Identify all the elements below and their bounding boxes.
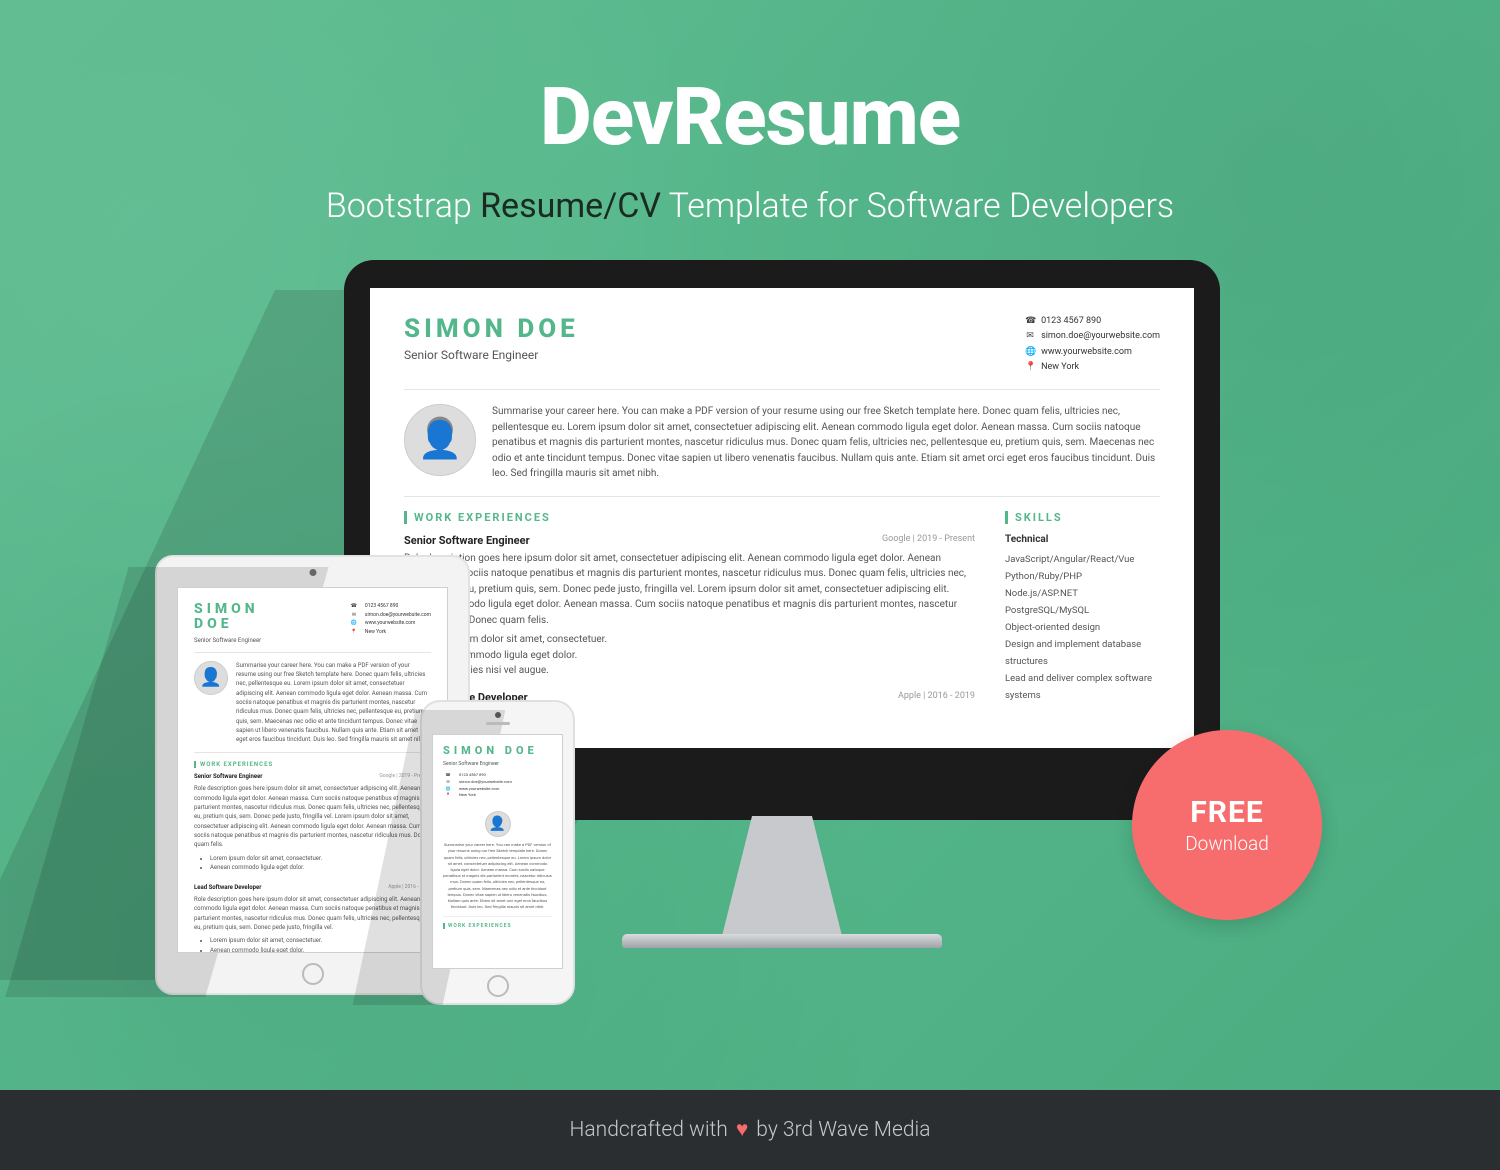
heart-icon: ♥ [736, 1118, 748, 1142]
avatar: 👤 [485, 811, 511, 837]
contact-location: New York [1041, 360, 1079, 375]
desktop-stand [722, 816, 842, 936]
job-title: Senior Software Engineer [404, 534, 530, 547]
job-bullet: Etiam ultricies nisi vel augue. [420, 663, 975, 679]
hero: DevResume Bootstrap Resume/CV Template f… [0, 0, 1500, 226]
job-item: Senior Software Engineer Google | 2019 - … [404, 534, 975, 679]
product-title: DevResume [0, 70, 1500, 164]
subtitle-post: Template for Software Developers [661, 186, 1174, 226]
globe-icon: 🌐 [1025, 345, 1035, 360]
job-meta: Google | 2019 - Present [882, 534, 975, 547]
subtitle-pre: Bootstrap [326, 186, 480, 226]
globe-icon: 🌐 [349, 619, 359, 628]
resume-summary: Summarise your career here. You can make… [443, 842, 552, 910]
subtitle-emphasis: Resume/CV [480, 186, 661, 226]
resume-role: Senior Software Engineer [194, 637, 261, 644]
phone-screen: SIMON DOE Senior Software Engineer ☎0123… [432, 734, 563, 969]
email-icon: ✉ [443, 779, 453, 786]
section-work-heading: WORK EXPERIENCES [404, 511, 975, 524]
phone-icon: ☎ [349, 602, 359, 611]
resume-summary: Summarise your career here. You can make… [492, 404, 1160, 482]
resume-contact: ☎0123 4567 890 ✉simon.doe@yourwebsite.co… [349, 602, 431, 644]
resume-name: SIMON DOE [443, 745, 552, 757]
resume-role: Senior Software Engineer [443, 761, 552, 767]
email-icon: ✉ [349, 611, 359, 620]
section-work-heading: WORK EXPERIENCES [443, 923, 552, 929]
contact-email: simon.doe@yourwebsite.com [1041, 329, 1160, 344]
skills-list: JavaScript/Angular/React/Vue Python/Ruby… [1005, 551, 1160, 705]
skills-group: Technical [1005, 534, 1160, 545]
email-icon: ✉ [1025, 329, 1035, 344]
footer: Handcrafted with ♥ by 3rd Wave Media [0, 1090, 1500, 1170]
resume-summary: Summarise your career here. You can make… [236, 661, 431, 745]
job-desc: Role description goes here ipsum dolor s… [404, 551, 975, 629]
badge-line1: FREE [1190, 795, 1263, 830]
contact-phone: 0123 4567 890 [1041, 314, 1101, 329]
section-work-heading: WORK EXPERIENCES [194, 761, 431, 768]
avatar: 👤 [194, 661, 228, 695]
phone-icon: ☎ [1025, 314, 1035, 329]
job-bullet: Aenean commodo ligula eget dolor. [420, 648, 975, 664]
tablet-home-button[interactable] [302, 963, 324, 985]
globe-icon: 🌐 [443, 786, 453, 793]
free-download-badge[interactable]: FREE Download [1132, 730, 1322, 920]
pin-icon: 📍 [349, 628, 359, 637]
skill-item: PostgreSQL/MySQL [1005, 602, 1160, 619]
section-skills-heading: SKILLS [1005, 511, 1160, 524]
phone-mockup: SIMON DOE Senior Software Engineer ☎0123… [420, 700, 575, 1005]
job-bullet: Lorem ipsum dolor sit amet, consectetuer… [420, 632, 975, 648]
resume-role: Senior Software Engineer [404, 348, 579, 362]
pin-icon: 📍 [443, 792, 453, 799]
skill-item: Design and implement database structures [1005, 636, 1160, 670]
phone-speaker-icon [486, 722, 510, 725]
skill-item: JavaScript/Angular/React/Vue [1005, 551, 1160, 568]
skill-item: Node.js/ASP.NET [1005, 585, 1160, 602]
footer-pre: Handcrafted with [570, 1118, 728, 1142]
footer-post: by 3rd Wave Media [756, 1118, 930, 1142]
phone-icon: ☎ [443, 772, 453, 779]
desktop-screen: SIMON DOE Senior Software Engineer ☎ 0123… [370, 288, 1194, 748]
skill-item: Python/Ruby/PHP [1005, 568, 1160, 585]
avatar: 👤 [404, 404, 476, 476]
pin-icon: 📍 [1025, 360, 1035, 375]
tablet-camera-icon [309, 569, 316, 576]
skill-item: Lead and deliver complex software system… [1005, 670, 1160, 704]
phone-camera-icon [495, 712, 501, 718]
resume-name: SIMON DOE [404, 314, 579, 344]
resume-contact: ☎0123 4567 890 ✉simon.doe@yourwebsite.co… [443, 772, 552, 799]
resume-name: SIMON DOE [194, 602, 261, 633]
skill-item: Object-oriented design [1005, 619, 1160, 636]
product-subtitle: Bootstrap Resume/CV Template for Softwar… [0, 186, 1500, 226]
phone-home-button[interactable] [487, 975, 509, 997]
badge-line2: Download [1185, 832, 1269, 855]
job-meta: Apple | 2016 - 2019 [898, 691, 975, 704]
resume-contact: ☎ 0123 4567 890 ✉ simon.doe@yourwebsite.co… [1025, 314, 1160, 375]
contact-website: www.yourwebsite.com [1041, 345, 1132, 360]
